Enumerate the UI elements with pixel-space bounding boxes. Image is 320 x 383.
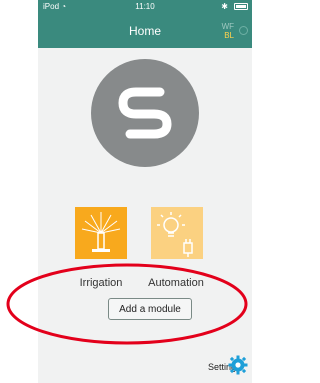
irrigation-tile[interactable] (75, 207, 127, 259)
sprinkler-icon (81, 212, 121, 252)
bluetooth-status-indicator: BL (224, 31, 234, 40)
highlight-annotation-ellipse (6, 263, 248, 345)
lightbulb-plug-icon (157, 212, 193, 257)
page-title: Home (128, 24, 161, 38)
wifi-status-indicator: WF (221, 22, 234, 31)
clock: 11:10 (135, 2, 155, 11)
gear-icon[interactable] (228, 355, 248, 375)
bluetooth-icon: ✱ (221, 2, 228, 11)
app-logo (91, 59, 199, 167)
status-bar: iPod ◔ 11:10 ✱ (38, 0, 252, 14)
nav-bar: Home WF BL (38, 14, 252, 48)
search-icon[interactable] (239, 26, 248, 35)
automation-tile[interactable] (151, 207, 203, 259)
battery-icon (234, 3, 248, 10)
